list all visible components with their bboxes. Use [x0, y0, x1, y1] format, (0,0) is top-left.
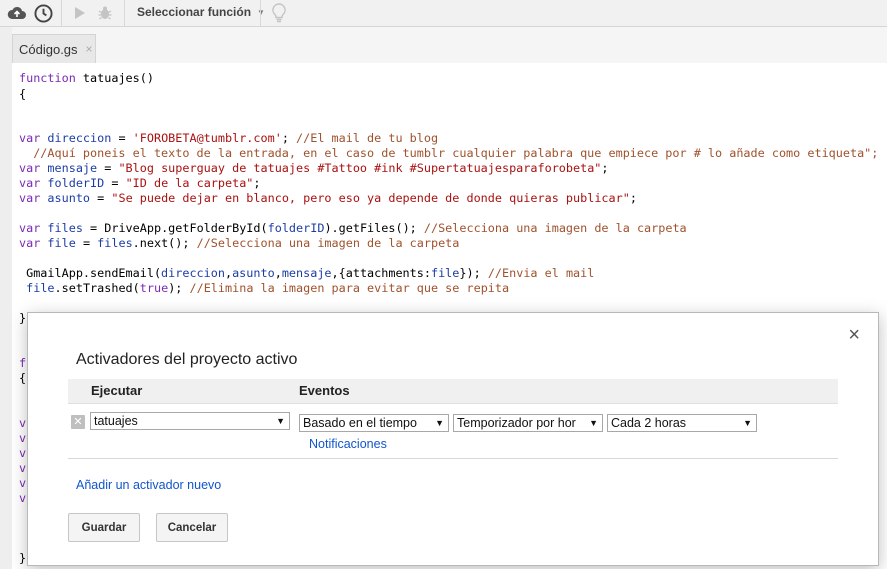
timer-type-value: Temporizador por hor	[457, 416, 576, 430]
code-line: {	[19, 371, 27, 385]
toolbar-separator	[124, 0, 125, 26]
chevron-down-icon: ▼	[743, 418, 752, 428]
cancel-button[interactable]: Cancelar	[156, 513, 228, 542]
code-line: var asunto = "Se puede dejar en blanco, …	[19, 191, 637, 205]
function-select-label: Seleccionar función	[137, 5, 252, 19]
code-line: var folderID = "ID de la carpeta";	[19, 176, 261, 190]
interval-value: Cada 2 horas	[611, 416, 687, 430]
code-line: var direccion = 'FOROBETA@tumblr.com'; /…	[19, 131, 439, 145]
code-line: v	[19, 446, 27, 460]
header-execute: Ejecutar	[91, 383, 143, 398]
timer-type-dropdown[interactable]: Temporizador por hor ▼	[453, 414, 603, 432]
code-line: GmailApp.sendEmail(direccion,asunto,mens…	[19, 266, 595, 280]
function-select[interactable]: Seleccionar función ▼	[137, 5, 265, 19]
clock-icon[interactable]	[32, 2, 54, 24]
interval-dropdown[interactable]: Cada 2 horas ▼	[607, 414, 757, 432]
run-icon[interactable]	[70, 2, 90, 24]
code-line: v	[19, 491, 27, 505]
delete-trigger-icon[interactable]: ✕	[71, 415, 85, 429]
code-line: v	[19, 476, 27, 490]
function-dropdown-value: tatuajes	[94, 414, 138, 428]
code-line: v	[19, 431, 27, 445]
close-icon[interactable]: ×	[848, 325, 860, 345]
toolbar: Seleccionar función ▼	[0, 0, 887, 27]
row-divider	[68, 458, 838, 459]
code-line: v	[19, 461, 27, 475]
event-source-dropdown[interactable]: Basado en el tiempo ▼	[299, 414, 449, 432]
code-line: //Aquí poneis el texto de la entrada, en…	[19, 146, 879, 160]
file-tab-codigo[interactable]: Código.gs ×	[12, 34, 96, 63]
code-line: }	[19, 311, 27, 325]
code-line: var mensaje = "Blog superguay de tatuaje…	[19, 161, 609, 175]
file-tab-label: Código.gs	[19, 41, 78, 57]
chevron-down-icon: ▼	[435, 418, 444, 428]
chevron-down-icon: ▼	[589, 418, 598, 428]
notifications-link[interactable]: Notificaciones	[309, 437, 387, 451]
toolbar-separator	[61, 0, 62, 26]
code-line: var file = files.next(); //Selecciona un…	[19, 236, 460, 250]
event-source-value: Basado en el tiempo	[303, 416, 417, 430]
close-icon[interactable]: ×	[86, 42, 93, 56]
triggers-dialog: × Activadores del proyecto activo Ejecut…	[27, 312, 879, 566]
code-line: function tatuajes()	[19, 71, 154, 85]
file-tab-bar: Código.gs ×	[12, 27, 887, 63]
lightbulb-icon[interactable]	[268, 2, 290, 24]
chevron-down-icon: ▼	[276, 416, 285, 426]
save-button[interactable]: Guardar	[68, 513, 140, 542]
header-events: Eventos	[299, 383, 350, 398]
add-trigger-link[interactable]: Añadir un activador nuevo	[76, 478, 221, 492]
function-dropdown[interactable]: tatuajes ▼	[90, 412, 290, 430]
debug-bug-icon[interactable]	[95, 2, 115, 24]
code-line: var files = DriveApp.getFolderById(folde…	[19, 221, 687, 235]
dialog-title: Activadores del proyecto activo	[76, 351, 298, 368]
triggers-header-row: Ejecutar Eventos	[68, 379, 838, 404]
cloud-upload-icon[interactable]	[6, 2, 28, 24]
code-line: f	[19, 356, 27, 370]
code-line: file.setTrashed(true); //Elimina la imag…	[26, 281, 510, 295]
code-line: {	[19, 87, 27, 101]
code-line: v	[19, 416, 27, 430]
toolbar-separator	[260, 0, 261, 26]
code-line: }	[19, 551, 27, 565]
